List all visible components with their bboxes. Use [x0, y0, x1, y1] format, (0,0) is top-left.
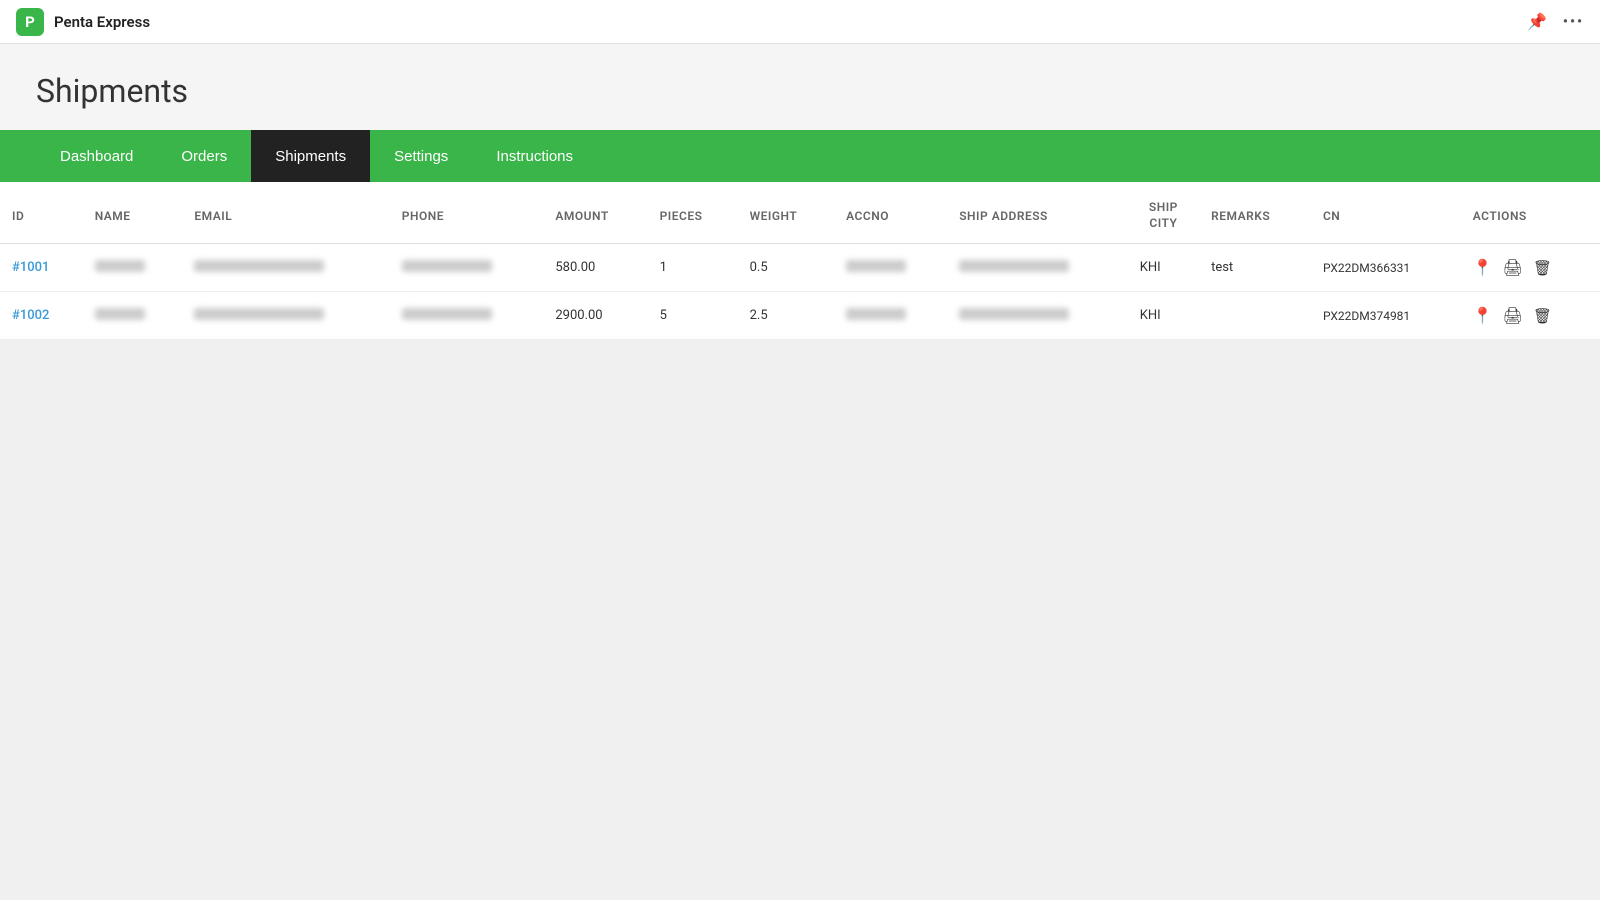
page-header: Shipments	[0, 44, 1600, 130]
nav-item-dashboard[interactable]: Dashboard	[36, 130, 157, 182]
cell-actions-1002: 📍 🖨 🗑	[1461, 292, 1600, 340]
cell-actions-1001: 📍 🖨 🗑	[1461, 244, 1600, 292]
blurred-accno-1002	[846, 308, 906, 320]
cell-pieces-1002: 5	[648, 292, 738, 340]
blurred-addr-1002	[959, 308, 1069, 320]
cell-id-1001: #1001	[0, 244, 83, 292]
col-header-accno: ACCNO	[834, 182, 947, 244]
shipments-table: ID NAME EMAIL PHONE AMOUNT PIECES WEIGHT…	[0, 182, 1600, 340]
nav-item-instructions[interactable]: Instructions	[472, 130, 597, 182]
app-icon: P	[16, 8, 44, 36]
blurred-addr-1001	[959, 260, 1069, 272]
cell-phone-1001	[390, 244, 544, 292]
cell-cn-1002: PX22DM374981	[1311, 292, 1461, 340]
cell-email-1001	[182, 244, 389, 292]
col-header-cn: CN	[1311, 182, 1461, 244]
col-header-actions: ACTIONS	[1461, 182, 1600, 244]
table-header: ID NAME EMAIL PHONE AMOUNT PIECES WEIGHT…	[0, 182, 1600, 244]
cell-name-1001	[83, 244, 183, 292]
nav-item-orders[interactable]: Orders	[157, 130, 251, 182]
blurred-phone-1002	[402, 308, 492, 320]
blurred-email-1002	[194, 308, 324, 320]
cell-amount-1002: 2900.00	[543, 292, 647, 340]
col-header-name: NAME	[83, 182, 183, 244]
col-header-pieces: PIECES	[648, 182, 738, 244]
print-icon-1002[interactable]: 🖨	[1503, 306, 1523, 325]
cell-phone-1002	[390, 292, 544, 340]
location-icon-1001[interactable]: 📍	[1473, 258, 1493, 277]
table-row: #1001 580.00 1 0.5	[0, 244, 1600, 292]
cell-accno-1002	[834, 292, 947, 340]
table-row: #1002 2900.00 5 2.5	[0, 292, 1600, 340]
cell-ship-address-1001	[947, 244, 1127, 292]
cell-id-1002: #1002	[0, 292, 83, 340]
cell-ship-city-1002: KHI	[1128, 292, 1199, 340]
shipments-table-container: ID NAME EMAIL PHONE AMOUNT PIECES WEIGHT…	[0, 182, 1600, 340]
table-body: #1001 580.00 1 0.5	[0, 244, 1600, 340]
delete-icon-1001[interactable]: 🗑	[1533, 259, 1552, 277]
blurred-name-1001	[95, 260, 145, 272]
cell-weight-1002: 2.5	[738, 292, 834, 340]
blurred-accno-1001	[846, 260, 906, 272]
location-icon-1002[interactable]: 📍	[1473, 306, 1493, 325]
blurred-phone-1001	[402, 260, 492, 272]
print-icon-1001[interactable]: 🖨	[1503, 258, 1523, 277]
col-header-ship-address: SHIP ADDRESS	[947, 182, 1127, 244]
nav-bar: Dashboard Orders Shipments Settings Inst…	[0, 130, 1600, 182]
cell-ship-city-1001: KHI	[1128, 244, 1199, 292]
top-bar: P Penta Express 📌 •••	[0, 0, 1600, 44]
col-header-remarks: REMARKS	[1199, 182, 1311, 244]
col-header-weight: WEIGHT	[738, 182, 834, 244]
cell-remarks-1001: test	[1199, 244, 1311, 292]
col-header-id: ID	[0, 182, 83, 244]
blurred-name-1002	[95, 308, 145, 320]
cell-accno-1001	[834, 244, 947, 292]
top-bar-actions: 📌 •••	[1527, 12, 1584, 31]
page-title: Shipments	[36, 72, 1564, 110]
nav-item-shipments[interactable]: Shipments	[251, 130, 370, 182]
nav-item-settings[interactable]: Settings	[370, 130, 472, 182]
action-icons-1002: 📍 🖨 🗑	[1473, 306, 1588, 325]
col-header-ship-city: SHIPCITY	[1128, 182, 1199, 244]
pin-icon[interactable]: 📌	[1527, 12, 1547, 31]
delete-icon-1002[interactable]: 🗑	[1533, 307, 1552, 325]
blurred-email-1001	[194, 260, 324, 272]
app-branding: P Penta Express	[16, 8, 150, 36]
app-icon-letter: P	[25, 13, 35, 31]
cell-name-1002	[83, 292, 183, 340]
cell-remarks-1002	[1199, 292, 1311, 340]
cell-weight-1001: 0.5	[738, 244, 834, 292]
cell-amount-1001: 580.00	[543, 244, 647, 292]
cell-email-1002	[182, 292, 389, 340]
cell-cn-1001: PX22DM366331	[1311, 244, 1461, 292]
action-icons-1001: 📍 🖨 🗑	[1473, 258, 1588, 277]
col-header-amount: AMOUNT	[543, 182, 647, 244]
app-title: Penta Express	[54, 13, 150, 31]
content-area: ID NAME EMAIL PHONE AMOUNT PIECES WEIGHT…	[0, 182, 1600, 340]
col-header-email: EMAIL	[182, 182, 389, 244]
more-options-icon[interactable]: •••	[1563, 14, 1584, 30]
col-header-phone: PHONE	[390, 182, 544, 244]
cell-pieces-1001: 1	[648, 244, 738, 292]
cell-ship-address-1002	[947, 292, 1127, 340]
